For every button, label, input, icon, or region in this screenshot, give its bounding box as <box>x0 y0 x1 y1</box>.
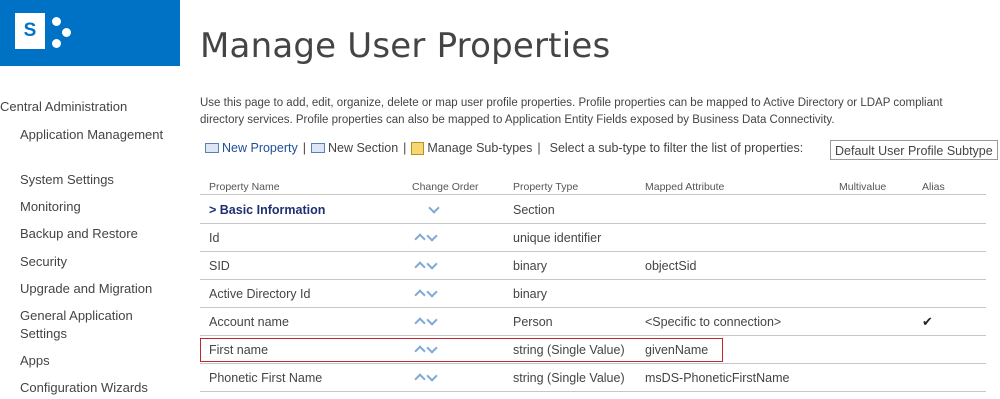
table-row: Active Directory Id binary <box>200 280 986 308</box>
alias-check-icon: ✔ <box>922 314 933 329</box>
arrow-up-icon[interactable] <box>414 316 426 326</box>
new-section-label: New Section <box>327 141 399 155</box>
nav-item-general-application-settings[interactable]: General Application Settings <box>20 307 170 343</box>
arrow-down-icon[interactable] <box>426 372 438 382</box>
nav-item-configuration-wizards[interactable]: Configuration Wizards <box>20 379 170 397</box>
property-type: Section <box>513 203 555 217</box>
property-name[interactable]: Phonetic First Name <box>209 371 322 385</box>
new-section-button[interactable]: New Section <box>310 141 399 155</box>
subtype-select[interactable]: Default User Profile Subtype <box>830 140 998 160</box>
new-property-label: New Property <box>222 141 298 155</box>
section-name[interactable]: > Basic Information <box>209 203 325 217</box>
new-section-icon <box>310 143 325 153</box>
nav-item-monitoring[interactable]: Monitoring <box>20 198 170 216</box>
manage-subtypes-label: Manage Sub-types <box>427 141 533 155</box>
arrow-up-icon[interactable] <box>414 372 426 382</box>
table-row: Id unique identifier <box>200 224 986 252</box>
arrow-down-icon[interactable] <box>426 288 438 298</box>
property-type: unique identifier <box>513 231 602 245</box>
table-row-section: > Basic Information Section <box>200 196 986 224</box>
subtype-filter-label: Select a sub-type to filter the list of … <box>549 141 804 155</box>
property-type: binary <box>513 287 548 301</box>
arrow-down-icon[interactable] <box>428 204 440 214</box>
nav-item-security[interactable]: Security <box>20 253 170 271</box>
table-row: Phonetic First Name string (Single Value… <box>200 364 986 392</box>
logo-dot <box>52 17 61 26</box>
nav-item-apps[interactable]: Apps <box>20 352 170 370</box>
column-header-property-name[interactable]: Property Name <box>209 181 280 193</box>
property-type: string (Single Value) <box>513 371 625 385</box>
toolbar-separator: | <box>302 141 306 155</box>
highlight-box <box>200 338 723 362</box>
change-order-controls <box>414 316 438 329</box>
logo-tile: S <box>15 13 45 49</box>
arrow-up-icon[interactable] <box>414 288 426 298</box>
nav-item-system-settings[interactable]: System Settings <box>20 171 170 189</box>
property-name[interactable]: Active Directory Id <box>209 287 310 301</box>
arrow-down-icon[interactable] <box>426 260 438 270</box>
page-description: Use this page to add, edit, organize, de… <box>200 97 943 126</box>
nav-item-application-management[interactable]: Application Management <box>20 126 170 144</box>
toolbar-separator: | <box>537 141 541 155</box>
nav-item-upgrade-and-migration[interactable]: Upgrade and Migration <box>20 280 170 298</box>
change-order-controls <box>428 204 440 217</box>
manage-subtypes-button[interactable]: Manage Sub-types <box>411 141 532 155</box>
logo-dot <box>52 39 61 48</box>
arrow-up-icon[interactable] <box>414 260 426 270</box>
mapped-attribute: msDS-PhoneticFirstName <box>645 371 790 385</box>
arrow-up-icon[interactable] <box>414 232 426 242</box>
manage-subtypes-icon <box>411 141 425 155</box>
property-name[interactable]: Account name <box>209 315 289 329</box>
toolbar-separator: | <box>403 141 407 155</box>
property-name[interactable]: SID <box>209 259 230 273</box>
arrow-down-icon[interactable] <box>426 316 438 326</box>
column-header-multivalue: Multivalue <box>839 181 887 193</box>
logo-dot <box>62 28 71 37</box>
column-header-mapped-attribute[interactable]: Mapped Attribute <box>645 181 724 193</box>
change-order-controls <box>414 372 438 385</box>
toolbar: New Property | New Section | Manage Sub-… <box>205 141 803 155</box>
new-property-button[interactable]: New Property <box>205 141 298 155</box>
column-header-property-type[interactable]: Property Type <box>513 181 578 193</box>
new-property-icon <box>205 143 219 153</box>
column-header-alias: Alias <box>922 181 945 193</box>
change-order-controls <box>414 260 438 273</box>
table-header: Property Name Change Order Property Type… <box>200 180 986 195</box>
column-header-change-order: Change Order <box>412 181 479 193</box>
property-type: binary <box>513 259 548 273</box>
property-name[interactable]: Id <box>209 231 219 245</box>
mapped-attribute: objectSid <box>645 259 697 273</box>
nav-item-backup-and-restore[interactable]: Backup and Restore <box>20 225 170 243</box>
page-title: Manage User Properties <box>200 26 611 66</box>
mapped-attribute: <Specific to connection> <box>645 315 782 329</box>
change-order-controls <box>414 232 438 245</box>
property-type: Person <box>513 315 553 329</box>
arrow-down-icon[interactable] <box>426 232 438 242</box>
sharepoint-logo-icon[interactable]: S <box>0 0 180 66</box>
table-row: SID binary objectSid <box>200 252 986 280</box>
change-order-controls <box>414 288 438 301</box>
nav-root-central-administration[interactable]: Central Administration <box>0 99 127 114</box>
table-row: Account name Person <Specific to connect… <box>200 308 986 336</box>
